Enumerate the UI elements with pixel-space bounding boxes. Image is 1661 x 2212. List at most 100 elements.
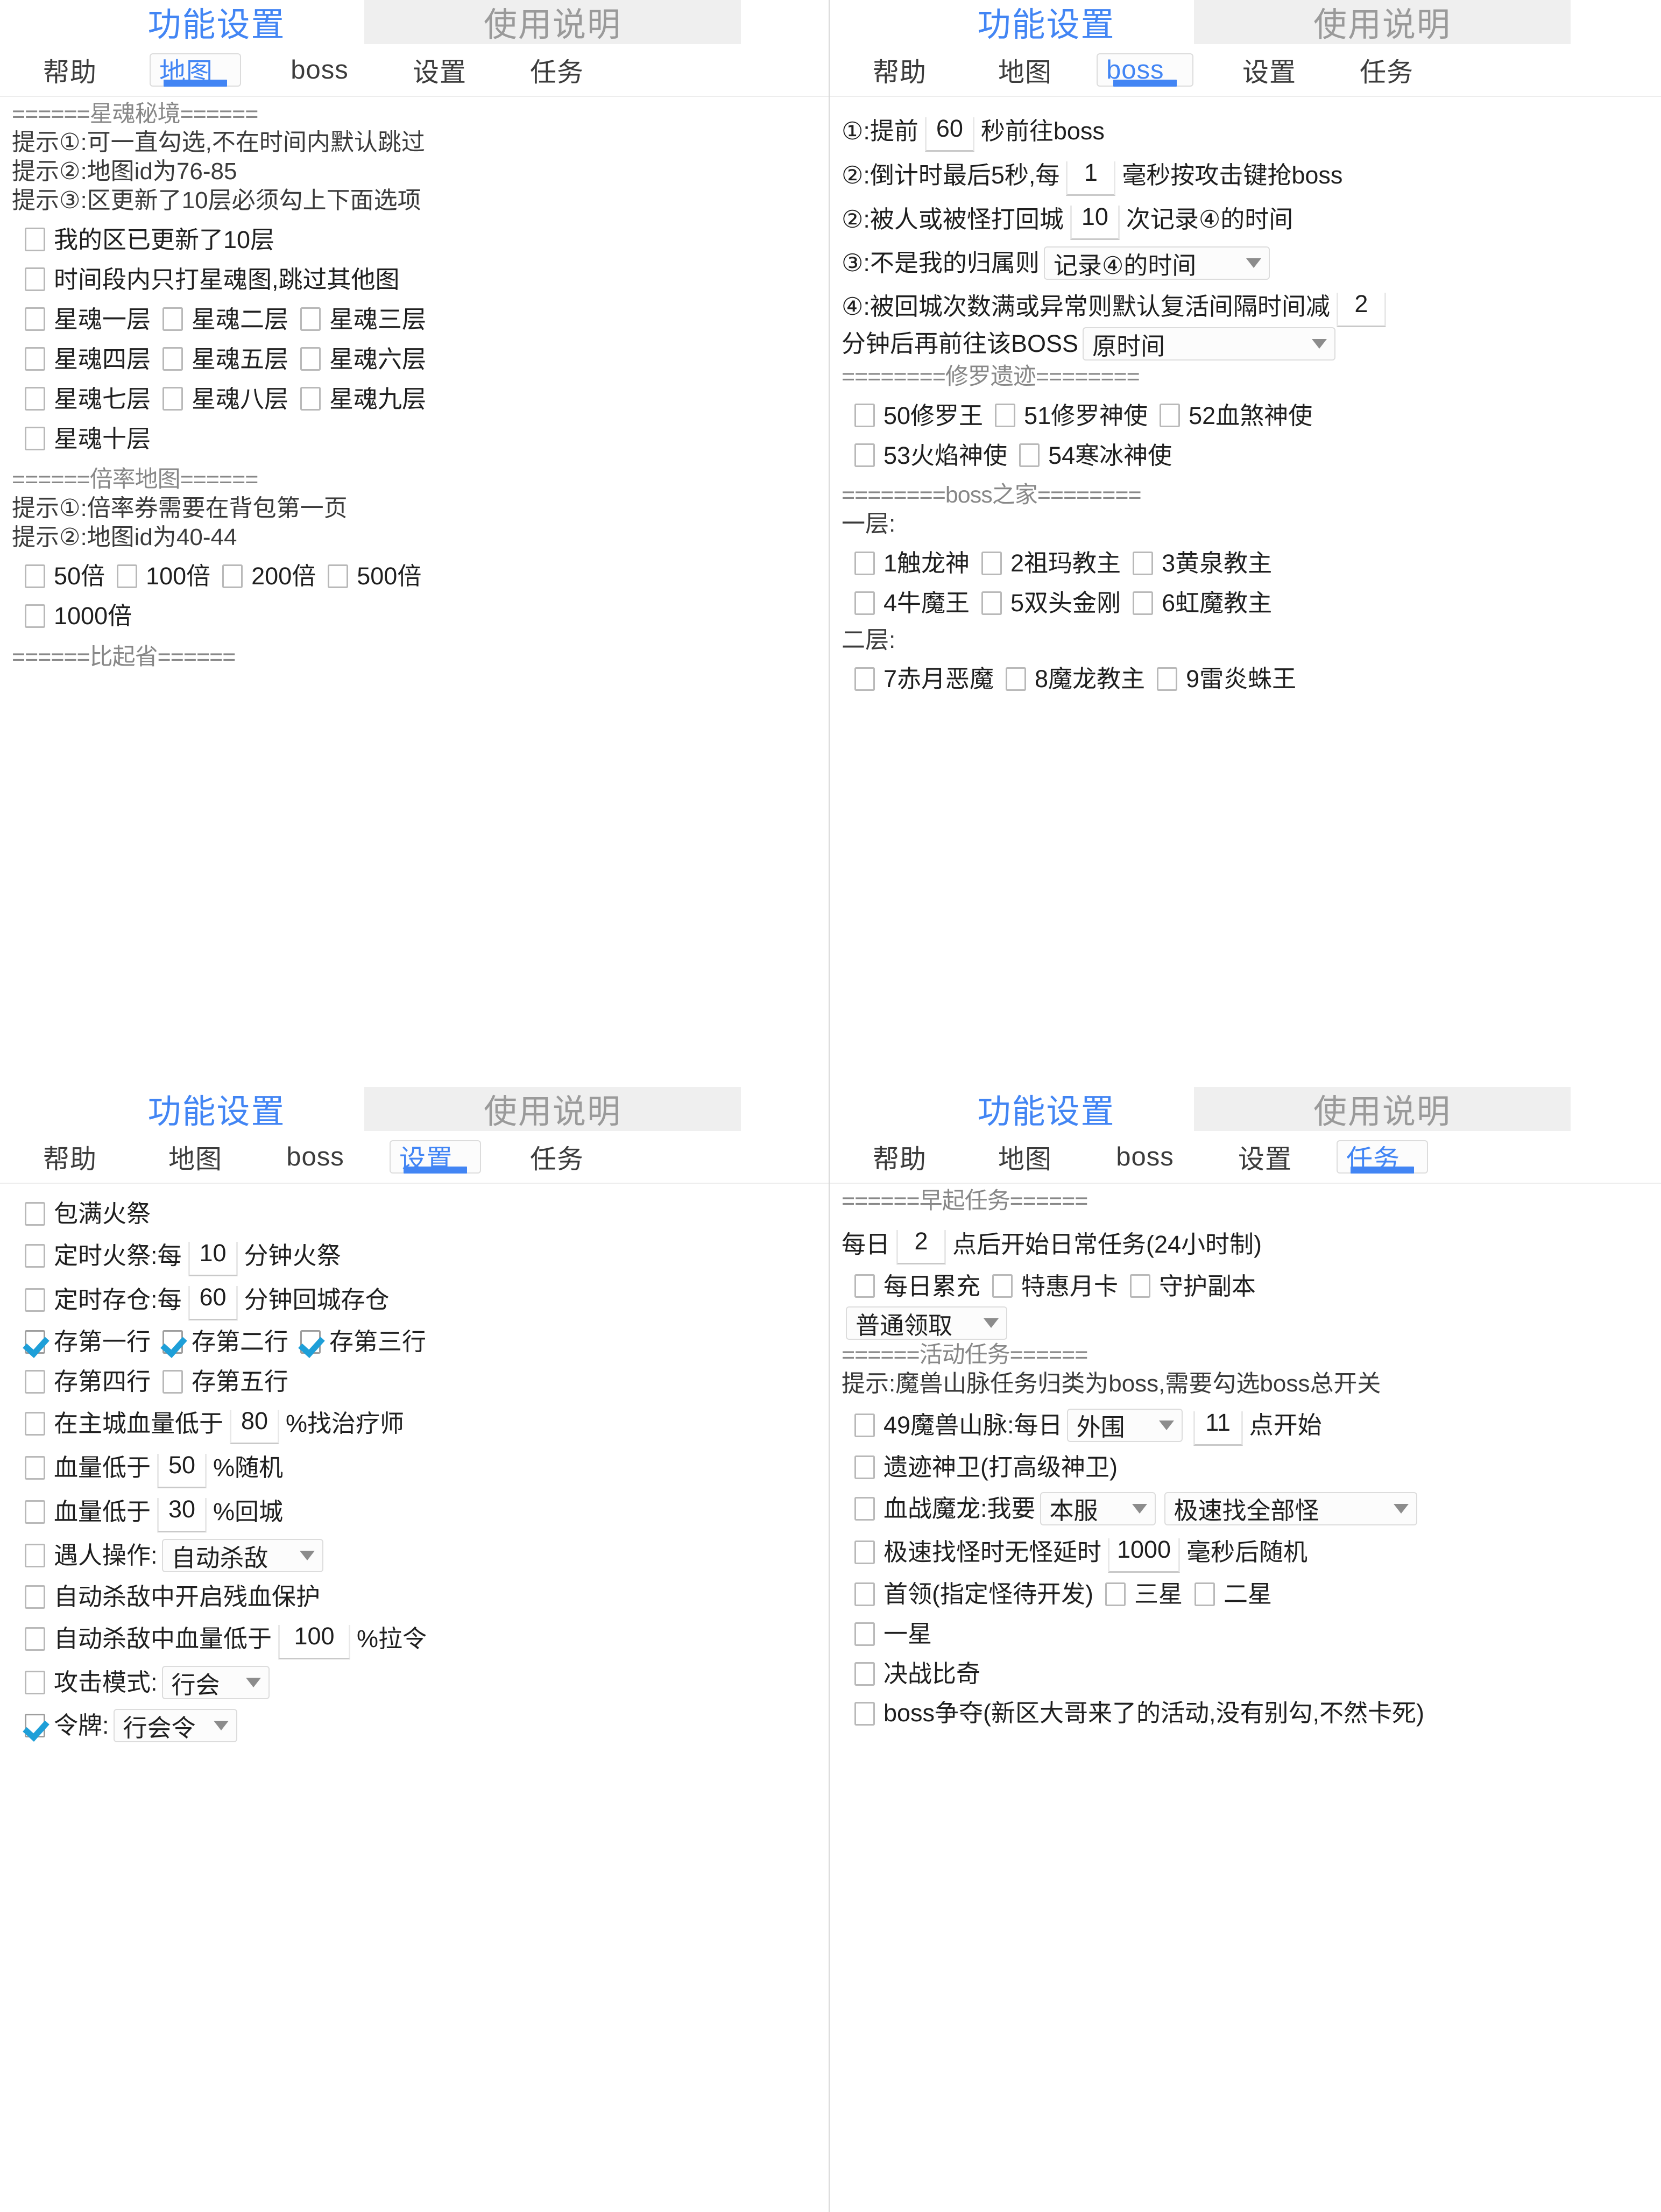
checkbox-star-floor-2[interactable]	[162, 307, 183, 331]
checkbox-boss-1[interactable]	[854, 551, 875, 575]
checkbox-monthly-card[interactable]	[992, 1274, 1013, 1298]
checkbox-star-floor-9[interactable]	[300, 387, 321, 411]
input-heal-threshold[interactable]: 80	[230, 1407, 280, 1444]
input-boss-return-count[interactable]: 10	[1070, 203, 1120, 240]
checkbox-heal-in-town[interactable]	[25, 1412, 45, 1436]
checkbox-return-on-lowhp[interactable]	[25, 1500, 45, 1524]
checkbox-row-only-star-map[interactable]: 时间段内只打星魂图,跳过其他图	[0, 264, 829, 294]
input-autokill-threshold[interactable]: 100	[278, 1622, 351, 1659]
input-timed-store-minutes[interactable]: 60	[188, 1283, 238, 1320]
tab-help[interactable]: 帮助	[16, 44, 124, 96]
checkbox-rate-100x[interactable]	[117, 564, 138, 589]
checkbox-store-row-2[interactable]	[162, 1330, 183, 1354]
select-attack-mode[interactable]: 行会	[161, 1666, 270, 1699]
tab-quests[interactable]: 任务	[511, 1131, 603, 1183]
tab-settings[interactable]: 设置	[390, 1140, 481, 1174]
row-bag-full-fire[interactable]: 包满火祭	[0, 1199, 829, 1229]
checkbox-final-battle[interactable]	[854, 1662, 875, 1686]
tab-quests[interactable]: 任务	[1341, 44, 1432, 96]
checkbox-attack-mode[interactable]	[25, 1671, 45, 1694]
checkbox-rate-500x[interactable]	[328, 564, 349, 589]
tab-map[interactable]: 地图	[150, 1131, 241, 1183]
checkbox-star-floor-4[interactable]	[25, 347, 45, 371]
checkbox-one-star[interactable]	[854, 1622, 875, 1646]
checkbox-dragon-battle[interactable]	[854, 1496, 875, 1521]
checkbox-only-star-map[interactable]	[25, 267, 45, 292]
checkbox-boss-51[interactable]	[995, 404, 1016, 428]
checkbox-timed-store[interactable]	[25, 1288, 45, 1312]
input-boss-revive-minutes[interactable]: 2	[1336, 290, 1386, 327]
checkbox-store-row-5[interactable]	[162, 1370, 183, 1394]
checkbox-mountain-quest[interactable]	[854, 1413, 875, 1437]
window-tab-function-settings[interactable]: 功能设置	[75, 9, 358, 44]
window-tab-function-settings[interactable]: 功能设置	[905, 9, 1188, 44]
select-mountain-area[interactable]: 外围	[1066, 1408, 1183, 1442]
window-tab-function-settings[interactable]: 功能设置	[75, 1096, 358, 1131]
select-dragon-mode[interactable]: 极速找全部怪	[1164, 1492, 1417, 1525]
checkbox-token[interactable]	[25, 1714, 45, 1737]
select-boss-revisit-time[interactable]: 原时间	[1083, 327, 1336, 361]
window-tab-usage-help[interactable]: 使用说明	[364, 1087, 741, 1131]
row-boss-fight[interactable]: boss争夺(新区大哥来了的活动,没有别勾,不然卡死)	[830, 1699, 1661, 1729]
select-meet-player-action[interactable]: 自动杀敌	[161, 1539, 323, 1572]
tab-quests[interactable]: 任务	[511, 44, 603, 96]
checkbox-meet-player-action[interactable]	[25, 1544, 45, 1567]
checkbox-boss-9[interactable]	[1157, 667, 1178, 691]
select-boss-ownership[interactable]: 记录④的时间	[1043, 246, 1270, 280]
tab-help[interactable]: 帮助	[846, 44, 953, 96]
checkbox-store-row-3[interactable]	[300, 1330, 321, 1354]
window-tab-usage-help[interactable]: 使用说明	[1194, 0, 1571, 44]
checkbox-random-on-lowhp[interactable]	[25, 1456, 45, 1480]
checkbox-boss-8[interactable]	[1006, 667, 1027, 691]
input-daily-start-hour[interactable]: 2	[896, 1227, 946, 1265]
input-mountain-hour[interactable]: 11	[1193, 1409, 1243, 1446]
checkbox-star-floor-8[interactable]	[162, 387, 183, 411]
window-tab-usage-help[interactable]: 使用说明	[364, 0, 741, 44]
tab-boss[interactable]: boss	[267, 1131, 364, 1183]
checkbox-star-floor-6[interactable]	[300, 347, 321, 371]
tab-quests[interactable]: 任务	[1337, 1140, 1428, 1174]
row-final-battle[interactable]: 决战比奇	[830, 1659, 1661, 1689]
checkbox-boss-7[interactable]	[854, 667, 875, 691]
input-return-threshold[interactable]: 30	[157, 1495, 207, 1532]
tab-help[interactable]: 帮助	[16, 1131, 124, 1183]
checkbox-star-floor-7[interactable]	[25, 387, 45, 411]
checkbox-boss-fight[interactable]	[854, 1701, 875, 1726]
tab-settings[interactable]: 设置	[394, 44, 485, 96]
select-claim-mode[interactable]: 普通领取	[846, 1306, 1007, 1340]
checkbox-three-star[interactable]	[1105, 1582, 1126, 1606]
tab-map[interactable]: 地图	[979, 1131, 1071, 1183]
checkbox-rate-1000x[interactable]	[25, 604, 45, 628]
checkbox-updated10[interactable]	[25, 228, 45, 252]
checkbox-row-updated10[interactable]: 我的区已更新了10层	[0, 224, 829, 255]
input-boss-advance-seconds[interactable]: 60	[924, 115, 974, 152]
checkbox-boss-4[interactable]	[854, 591, 875, 615]
tab-boss[interactable]: boss	[1097, 53, 1193, 87]
input-boss-countdown-ms[interactable]: 1	[1066, 159, 1116, 196]
checkbox-fast-search-delay[interactable]	[854, 1540, 875, 1564]
tab-boss[interactable]: boss	[271, 44, 368, 96]
checkbox-boss-52[interactable]	[1160, 404, 1181, 428]
checkbox-boss-2[interactable]	[981, 551, 1002, 575]
checkbox-timed-fire[interactable]	[25, 1244, 45, 1268]
tab-settings[interactable]: 设置	[1224, 44, 1315, 96]
tab-help[interactable]: 帮助	[846, 1131, 953, 1183]
tab-settings[interactable]: 设置	[1219, 1131, 1311, 1183]
tab-map[interactable]: 地图	[150, 53, 241, 87]
checkbox-store-row-4[interactable]	[25, 1370, 45, 1394]
window-tab-function-settings[interactable]: 功能设置	[905, 1096, 1188, 1131]
checkbox-boss-50[interactable]	[854, 404, 875, 428]
checkbox-star-floor-5[interactable]	[162, 347, 183, 371]
tab-boss[interactable]: boss	[1097, 1131, 1193, 1183]
checkbox-star-floor-1[interactable]	[25, 307, 45, 331]
input-random-threshold[interactable]: 50	[157, 1451, 207, 1488]
row-one-star[interactable]: 一星	[830, 1619, 1661, 1649]
tab-map[interactable]: 地图	[979, 44, 1071, 96]
select-token[interactable]: 行会令	[113, 1709, 237, 1742]
checkbox-boss-3[interactable]	[1133, 551, 1154, 575]
checkbox-store-row-1[interactable]	[25, 1330, 45, 1354]
checkbox-two-star[interactable]	[1194, 1582, 1215, 1606]
checkbox-boss-6[interactable]	[1133, 591, 1154, 615]
checkbox-relic-guard[interactable]	[854, 1455, 875, 1479]
row-lowhp-protect[interactable]: 自动杀敌中开启残血保护	[0, 1582, 829, 1612]
